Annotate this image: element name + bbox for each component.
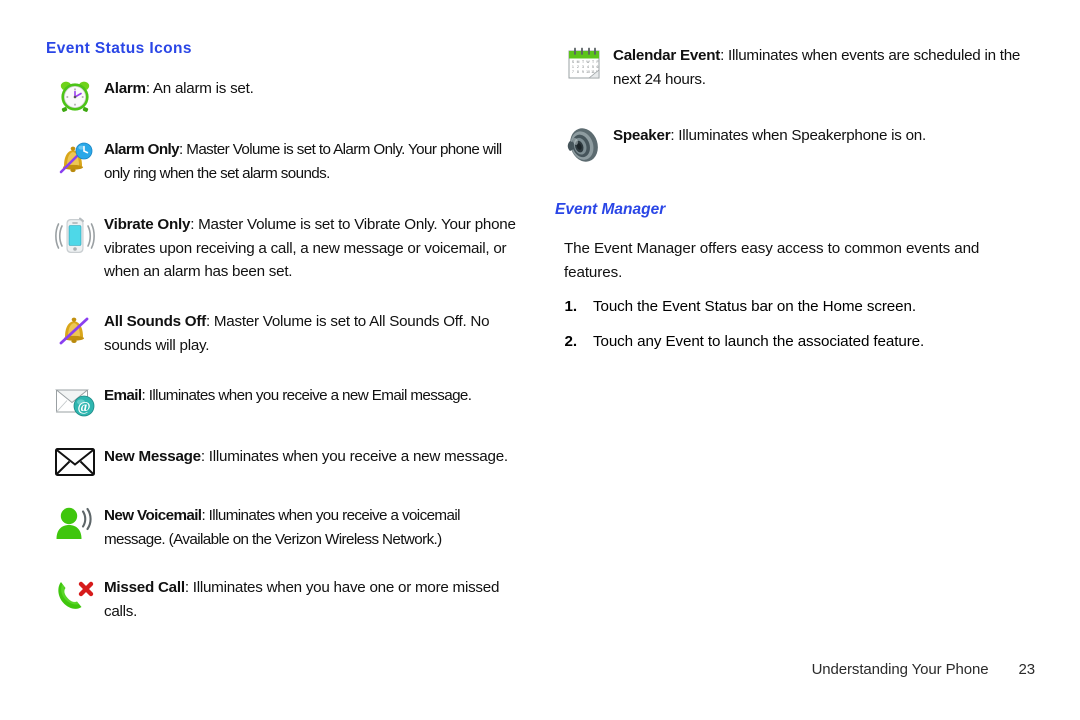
icon-entry-term: Alarm xyxy=(104,80,146,97)
icon-entry-alarm: Alarm: An alarm is set. xyxy=(46,77,516,114)
icon-entry-text: All Sounds Off: Master Volume is set to … xyxy=(104,310,516,358)
icon-entry-description: : Illuminates when Speakerphone is on. xyxy=(670,126,926,144)
svg-text:1: 1 xyxy=(572,65,574,69)
alarm-clock-icon xyxy=(46,77,104,114)
svg-text:3: 3 xyxy=(582,65,584,69)
svg-text:10: 10 xyxy=(586,70,590,74)
icon-entry-email: @ Email: Illuminates when you receive a … xyxy=(46,384,516,417)
footer-chapter-title: Understanding Your Phone xyxy=(811,661,989,678)
icon-entry-term: Speaker xyxy=(613,126,671,144)
step-text: Touch the Event Status bar on the Home s… xyxy=(593,298,916,316)
svg-text:6: 6 xyxy=(597,65,599,69)
manual-page: Event Status Icons Alarm: An alarm is se… xyxy=(0,0,1080,720)
icon-entry-term: All Sounds Off xyxy=(104,313,206,331)
email-envelope-at-icon: @ xyxy=(46,384,104,417)
icon-entry-all-sounds-off: All Sounds Off: Master Volume is set to … xyxy=(46,310,516,358)
icon-entry-new-message: New Message: Illuminates when you receiv… xyxy=(46,445,516,478)
svg-text:F: F xyxy=(596,60,598,64)
icon-entry-term: New Voicemail xyxy=(104,507,202,525)
new-message-envelope-icon xyxy=(46,445,104,478)
speaker-icon xyxy=(555,124,613,165)
icon-entry-calendar-event: SMT WTF 123 456 789 101112 Calendar Even… xyxy=(555,44,1035,92)
event-manager-intro: The Event Manager offers easy access to … xyxy=(564,239,980,281)
icon-entry-text: New Voicemail: Illuminates when you rece… xyxy=(104,504,516,552)
right-column: SMT WTF 123 456 789 101112 Calendar Even… xyxy=(555,0,1035,354)
svg-text:4: 4 xyxy=(587,65,589,69)
icon-entry-term: Vibrate Only xyxy=(104,215,191,233)
event-manager-steps: 1. Touch the Event Status bar on the Hom… xyxy=(555,296,1035,354)
footer-page-number: 23 xyxy=(1018,661,1036,678)
icon-entry-new-voicemail: New Voicemail: Illuminates when you rece… xyxy=(46,504,516,552)
icon-entry-vibrate-only: Vibrate Only: Master Volume is set to Vi… xyxy=(46,213,516,285)
svg-text:5: 5 xyxy=(592,65,594,69)
icon-entry-term: Email xyxy=(104,387,142,405)
svg-text:7: 7 xyxy=(572,70,574,74)
voicemail-person-icon xyxy=(46,504,104,543)
section-heading-event-status-icons: Event Status Icons xyxy=(46,40,192,57)
missed-call-icon xyxy=(46,576,104,613)
svg-text:M: M xyxy=(577,60,580,64)
icon-entry-term: Missed Call xyxy=(104,578,185,596)
page-footer: Understanding Your Phone 23 xyxy=(811,661,1036,678)
icon-entry-text: Speaker: Illuminates when Speakerphone i… xyxy=(613,124,1035,148)
svg-text:@: @ xyxy=(77,400,90,415)
icon-entry-text: Missed Call: Illuminates when you have o… xyxy=(104,576,516,624)
section-heading-event-manager: Event Manager xyxy=(555,200,666,218)
icon-entry-term: New Message xyxy=(104,448,201,466)
left-column: Event Status Icons Alarm: An alarm is se… xyxy=(46,0,516,637)
icon-entry-speaker: Speaker: Illuminates when Speakerphone i… xyxy=(555,124,1035,165)
icon-entry-text: New Message: Illuminates when you receiv… xyxy=(104,445,516,469)
svg-text:2: 2 xyxy=(577,65,579,69)
icon-entry-description: : Illuminates when you receive a new Ema… xyxy=(141,387,472,405)
list-item: 1. Touch the Event Status bar on the Hom… xyxy=(555,296,1035,319)
icon-entry-text: Vibrate Only: Master Volume is set to Vi… xyxy=(104,213,516,285)
vibrating-phone-icon xyxy=(46,213,104,258)
icon-entry-description: : An alarm is set. xyxy=(145,80,254,97)
icon-entry-text: Email: Illuminates when you receive a ne… xyxy=(104,384,516,408)
icon-entry-text: Calendar Event: Illuminates when events … xyxy=(613,44,1035,92)
icon-entry-text: Alarm Only: Master Volume is set to Alar… xyxy=(104,138,516,186)
svg-text:T: T xyxy=(582,60,584,64)
svg-text:9: 9 xyxy=(582,70,584,74)
svg-text:8: 8 xyxy=(577,70,579,74)
icon-entry-term: Alarm Only xyxy=(104,141,180,158)
calendar-event-icon: SMT WTF 123 456 789 101112 xyxy=(555,44,613,83)
step-number: 2. xyxy=(564,333,578,351)
step-text: Touch any Event to launch the associated… xyxy=(593,333,925,351)
svg-text:T: T xyxy=(592,60,594,64)
bell-muted-icon xyxy=(46,310,104,347)
list-item: 2. Touch any Event to launch the associa… xyxy=(555,331,1035,354)
icon-entry-missed-call: Missed Call: Illuminates when you have o… xyxy=(46,576,516,624)
step-number: 1. xyxy=(564,298,578,316)
bell-clock-alarm-only-icon xyxy=(46,138,104,177)
icon-entry-description: : Illuminates when you receive a new mes… xyxy=(200,448,508,466)
icon-entry-term: Calendar Event xyxy=(613,47,721,64)
icon-entry-alarm-only: Alarm Only: Master Volume is set to Alar… xyxy=(46,138,516,186)
icon-entry-text: Alarm: An alarm is set. xyxy=(104,77,516,101)
